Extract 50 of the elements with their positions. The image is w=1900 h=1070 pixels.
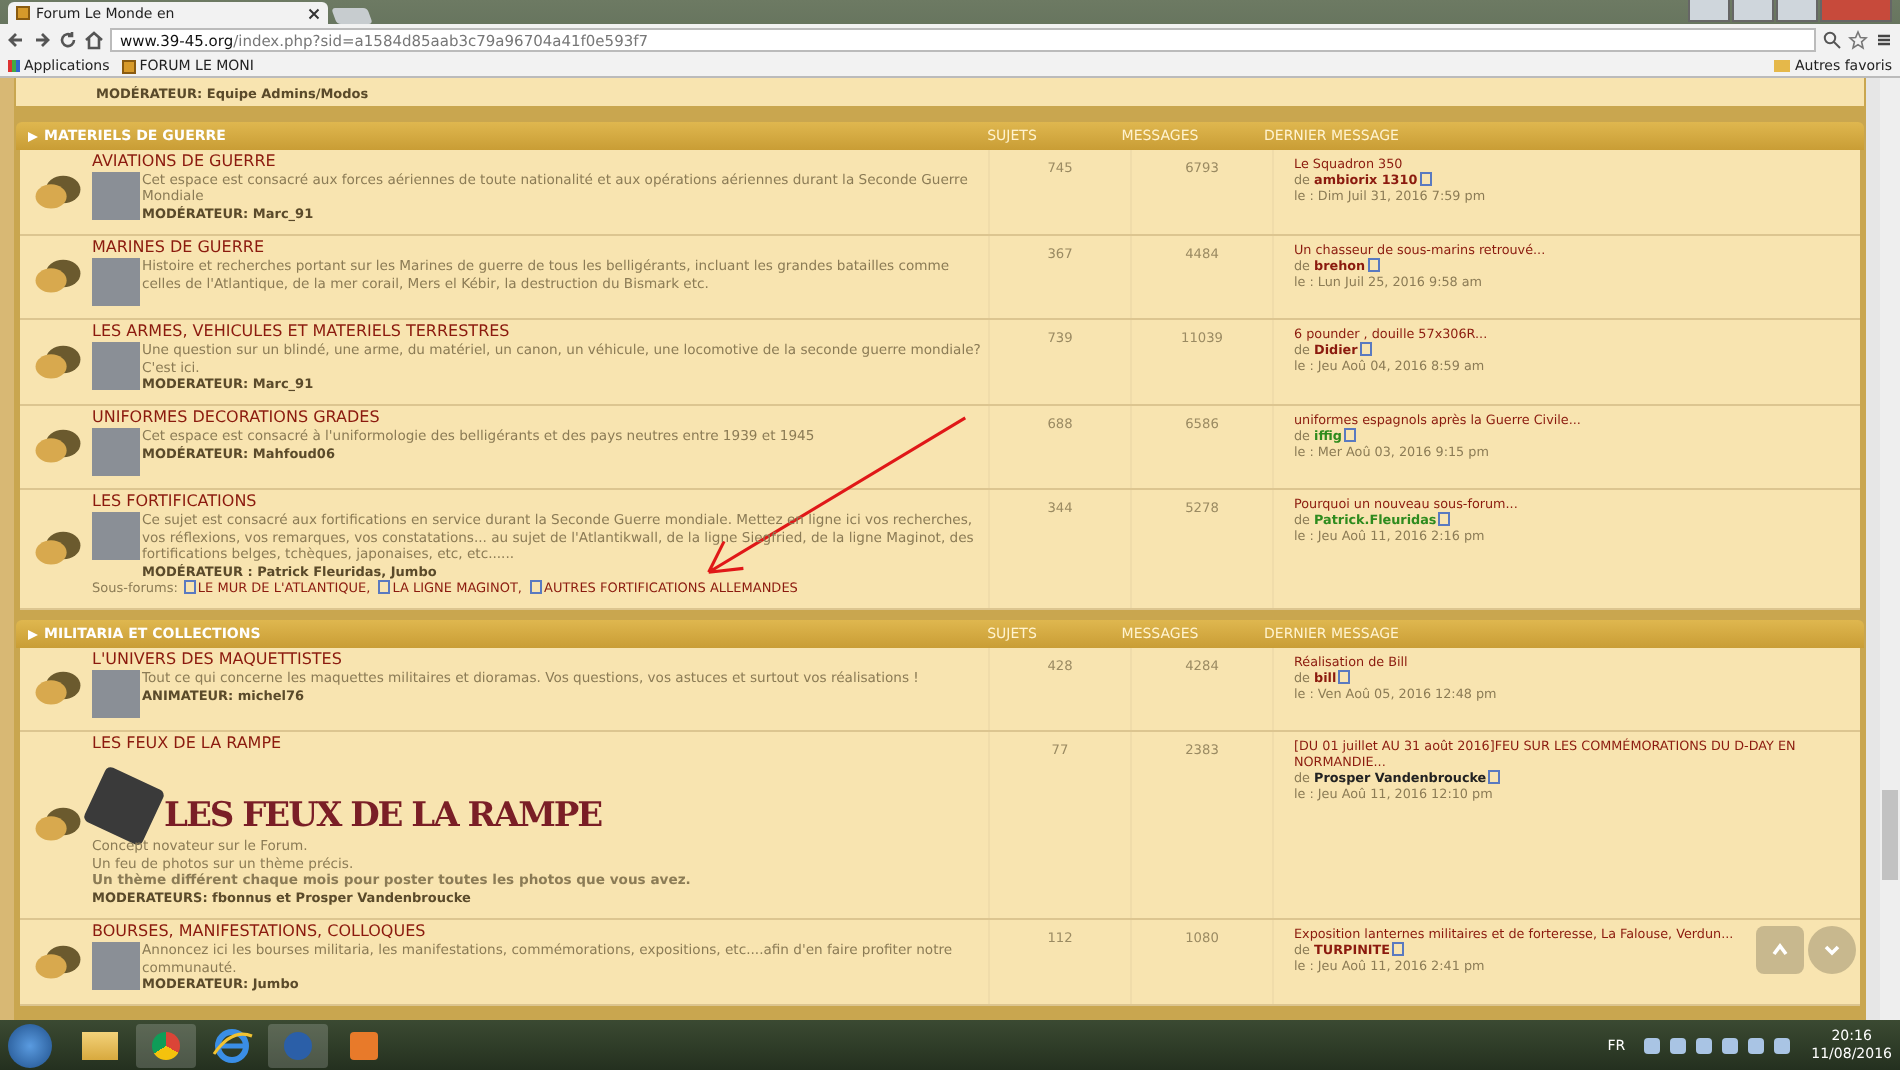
forum-title-link[interactable]: MARINES DE GUERRE: [92, 238, 988, 259]
photo-placeholder: [92, 258, 140, 307]
view-post-icon[interactable]: [1488, 770, 1501, 785]
banner-text: LES FEUX DE LA RAMPE: [164, 796, 602, 837]
back-icon[interactable]: [6, 30, 26, 50]
photo-placeholder: [92, 670, 140, 719]
start-button[interactable]: [8, 1023, 52, 1067]
view-post-icon[interactable]: [1438, 512, 1451, 527]
forum-title-link[interactable]: LES ARMES, VEHICULES ET MATERIELS TERRESTRES: [92, 322, 988, 343]
star-icon[interactable]: [1848, 30, 1868, 50]
speech-bubbles-icon: [32, 343, 84, 382]
chrome-icon[interactable]: [136, 1023, 196, 1067]
forum-title-link[interactable]: UNIFORMES DECORATIONS GRADES: [92, 408, 988, 429]
scrollbar-thumb[interactable]: [1882, 790, 1898, 880]
photo-placeholder: [92, 428, 140, 477]
speech-bubbles-icon: [32, 670, 84, 709]
chevron-up-icon: [1770, 940, 1790, 960]
photo-placeholder: [92, 172, 140, 220]
folder-icon[interactable]: [82, 1031, 118, 1059]
view-post-icon[interactable]: [1367, 258, 1380, 273]
forum-title-link[interactable]: L'UNIVERS DES MAQUETTISTES: [92, 650, 988, 671]
speech-bubbles-icon: [32, 530, 84, 569]
close-icon[interactable]: [308, 7, 320, 19]
triangle-icon: [28, 131, 38, 141]
forum-title-link[interactable]: LES FEUX DE LA RAMPE: [92, 734, 988, 755]
forum-title-link[interactable]: AVIATIONS DE GUERRE: [92, 152, 988, 172]
photo-placeholder: [92, 512, 140, 561]
forum-title-link[interactable]: BOURSES, MANIFESTATIONS, COLLOQUES: [92, 922, 988, 943]
reload-icon[interactable]: [58, 30, 78, 50]
zoom-icon[interactable]: [1822, 30, 1842, 50]
forum-title-link[interactable]: LES FORTIFICATIONS: [92, 492, 988, 513]
view-post-icon[interactable]: [1359, 342, 1372, 357]
speech-bubbles-icon: [32, 943, 84, 982]
photo-placeholder: [92, 942, 140, 991]
home-icon[interactable]: [84, 30, 104, 50]
forum-favicon-icon: [16, 6, 30, 20]
forward-icon[interactable]: [32, 30, 52, 50]
speech-bubbles-icon: [32, 173, 84, 212]
speech-bubbles-icon: [32, 258, 84, 297]
photo-placeholder: [92, 342, 140, 391]
chevron-down-icon: [1822, 940, 1842, 960]
menu-icon[interactable]: [1874, 30, 1894, 50]
speech-bubbles-icon: [32, 428, 84, 467]
view-post-icon[interactable]: [1419, 172, 1432, 186]
view-post-icon[interactable]: [1392, 942, 1405, 957]
view-post-icon[interactable]: [1343, 428, 1356, 443]
triangle-icon: [28, 629, 38, 640]
view-post-icon[interactable]: [1338, 670, 1351, 685]
speech-bubbles-icon: [32, 806, 84, 845]
new-tab-button[interactable]: [331, 8, 373, 24]
